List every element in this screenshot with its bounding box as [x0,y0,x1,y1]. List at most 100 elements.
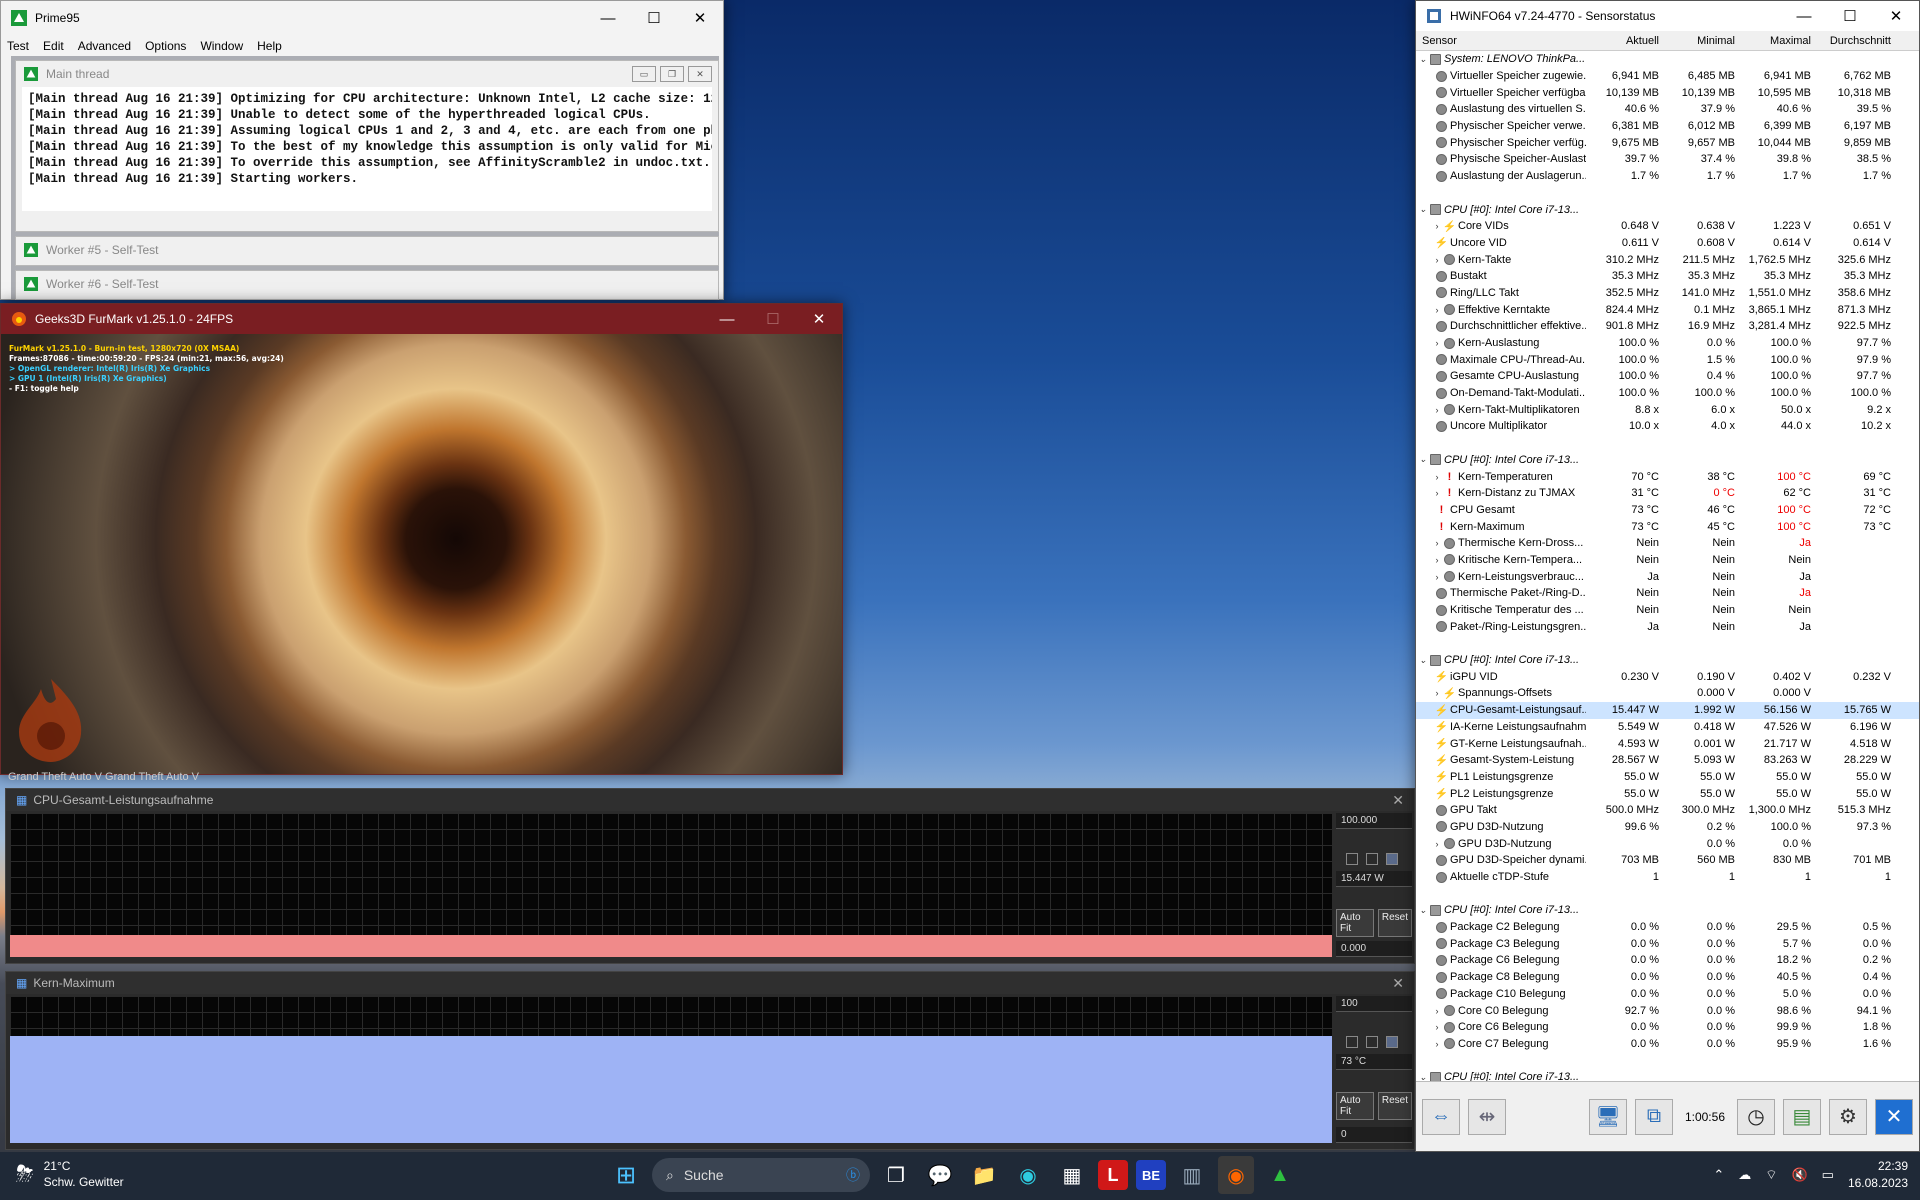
prime95-taskbar-icon[interactable]: ▲ [1262,1156,1298,1194]
collapse-arrows-icon[interactable]: ⇹ [1468,1098,1506,1135]
cloud-offline-icon[interactable]: ☁ [1738,1167,1751,1183]
sensor-row[interactable]: On-Demand-Takt-Modulati... 100.0 % 100.0 %… [1416,385,1919,402]
sensor-row[interactable]: › ⚡ Core VIDs 0.648 V 0.638 V 1.223 V 0.651 V [1416,218,1919,235]
col-current[interactable]: Aktuell [1586,35,1662,47]
close-icon[interactable]: ✕ [1392,975,1404,992]
sensor-table[interactable]: ⌄ System: LENOVO ThinkPa... Virtueller Spe… [1416,51,1919,1081]
prime95-titlebar[interactable]: Prime95 — ☐ ✕ [1,1,723,35]
chevron-right-icon[interactable]: › [1430,338,1444,348]
furmark-taskbar-icon[interactable]: ◉ [1218,1156,1254,1194]
chevron-right-icon[interactable]: › [1430,255,1444,265]
hwinfo-taskbar-icon[interactable]: ▥ [1174,1156,1210,1194]
chevron-right-icon[interactable]: › [1430,572,1444,582]
chevron-down-icon[interactable]: ⌄ [1416,454,1430,465]
sensor-row[interactable]: GPU Takt 500.0 MHz 300.0 MHz 1,300.0 MHz 515… [1416,802,1919,819]
close-icon[interactable]: ✕ [796,304,842,334]
sensor-row[interactable]: ⚡ GT-Kerne Leistungsaufnah... 4.593 W 0.001… [1416,735,1919,752]
sensor-row[interactable]: › Kern-Takte 310.2 MHz 211.5 MHz 1,762.5 MHz… [1416,251,1919,268]
sensor-row[interactable]: Package C3 Belegung 0.0 % 0.0 % 5.7 % 0.0 % [1416,935,1919,952]
sensor-group-row[interactable]: ⌄ System: LENOVO ThinkPa... [1416,51,1919,68]
arrows-left-right-icon[interactable]: ⇔ [1422,1098,1460,1135]
sensor-row[interactable]: Aktuelle cTDP-Stufe 1 1 1 1 [1416,869,1919,886]
chevron-down-icon[interactable]: ⌄ [1416,1072,1430,1081]
temp-graph-titlebar[interactable]: ▦ Kern-Maximum ✕ [6,972,1414,994]
sensor-row[interactable]: Durchschnittlicher effektive... 901.8 MHz… [1416,318,1919,335]
main-thread-titlebar[interactable]: Main thread ▭ ❐ ✕ [16,61,718,87]
report-icon[interactable]: ▤ [1783,1098,1821,1135]
sensor-group-row[interactable]: ⌄ CPU [#0]: Intel Core i7-13... [1416,652,1919,669]
close-icon[interactable]: ✕ [677,1,723,35]
sensor-row[interactable]: › Kritische Kern-Tempera... Nein Nein Nein [1416,552,1919,569]
sensor-row[interactable]: › Kern-Auslastung 100.0 % 0.0 % 100.0 % 97.7 … [1416,335,1919,352]
file-explorer-icon[interactable]: 📁 [966,1156,1002,1194]
sensor-row[interactable]: › Core C6 Belegung 0.0 % 0.0 % 99.9 % 1.8 % [1416,1019,1919,1036]
sensor-row[interactable]: Gesamte CPU-Auslastung 100.0 % 0.4 % 100.0 … [1416,368,1919,385]
chevron-right-icon[interactable]: › [1430,555,1444,565]
sensor-row[interactable]: Package C2 Belegung 0.0 % 0.0 % 29.5 % 0.5 % [1416,919,1919,936]
chevron-down-icon[interactable]: ⌄ [1416,204,1430,215]
sensor-row[interactable]: ⚡ PL1 Leistungsgrenze 55.0 W 55.0 W 55.0 W 55… [1416,769,1919,786]
col-max[interactable]: Maximal [1738,35,1814,47]
sensor-row[interactable]: ›! Kern-Distanz zu TJMAX 31 °C 0 °C 62 °C 31 … [1416,485,1919,502]
sensor-row[interactable]: ⚡ PL2 Leistungsgrenze 55.0 W 55.0 W 55.0 W 55… [1416,785,1919,802]
store-icon[interactable]: ▦ [1054,1156,1090,1194]
sensor-row[interactable]: GPU D3D-Nutzung 99.6 % 0.2 % 100.0 % 97.3 % [1416,819,1919,836]
minimize-icon[interactable]: — [704,304,750,334]
sensor-row[interactable]: ⚡ IA-Kerne Leistungsaufnahme 5.549 W 0.418 … [1416,719,1919,736]
sensor-row[interactable]: › GPU D3D-Nutzung 0.0 % 0.0 % [1416,835,1919,852]
close-icon[interactable]: ✕ [1392,792,1404,809]
child-close-icon[interactable]: ✕ [688,66,712,82]
sensor-row[interactable]: › Thermische Kern-Dross... Nein Nein Ja [1416,535,1919,552]
sensor-row[interactable]: Thermische Paket-/Ring-D... Nein Nein Ja [1416,585,1919,602]
chat-icon[interactable]: 💬 [922,1156,958,1194]
sensor-row[interactable]: › Core C0 Belegung 92.7 % 0.0 % 98.6 % 94.1 % [1416,1002,1919,1019]
minimize-icon[interactable]: — [585,1,631,35]
sensor-group-row[interactable]: ⌄ CPU [#0]: Intel Core i7-13... [1416,902,1919,919]
sensor-row[interactable]: ! CPU Gesamt 73 °C 46 °C 100 °C 72 °C [1416,502,1919,519]
network-icon[interactable]: ⧉ [1634,1098,1673,1135]
close-icon[interactable]: ✕ [1873,1,1919,31]
auto-fit-button[interactable]: Auto Fit [1336,1092,1374,1120]
chevron-down-icon[interactable]: ⌄ [1416,54,1430,65]
main-thread-log[interactable]: [Main thread Aug 16 21:39] Optimizing fo… [22,87,712,211]
sensor-group-row[interactable]: ⌄ CPU [#0]: Intel Core i7-13... [1416,201,1919,218]
graph-option-box[interactable] [1366,1036,1378,1048]
sensor-row[interactable]: › Kern-Takt-Multiplikatoren 8.8 x 6.0 x 50.0… [1416,401,1919,418]
chevron-down-icon[interactable]: ⌄ [1416,905,1430,916]
sensor-row[interactable]: Physischer Speicher verwe... 6,381 MB 6,01… [1416,118,1919,135]
close-x-icon[interactable]: ✕ [1875,1098,1913,1135]
chevron-right-icon[interactable]: › [1430,538,1444,548]
maximize-icon[interactable]: ☐ [750,304,796,334]
furmark-titlebar[interactable]: Geeks3D FurMark v1.25.1.0 - 24FPS — ☐ ✕ [1,304,842,334]
edge-browser-icon[interactable]: ◉ [1010,1156,1046,1194]
sensor-row[interactable]: ⚡ iGPU VID 0.230 V 0.190 V 0.402 V 0.232 V [1416,668,1919,685]
sensor-row[interactable]: Paket-/Ring-Leistungsgren... Ja Nein Ja [1416,618,1919,635]
maximize-icon[interactable]: ☐ [1827,1,1873,31]
weather-widget[interactable]: ⛈ 21°C Schw. Gewitter [16,1158,124,1190]
sensor-row[interactable]: Physischer Speicher verfüg... 9,675 MB 9,6… [1416,134,1919,151]
sensor-row[interactable]: GPU D3D-Speicher dynami... 703 MB 560 MB 83… [1416,852,1919,869]
chevron-right-icon[interactable]: › [1430,1006,1444,1016]
col-sensor[interactable]: Sensor [1416,35,1586,47]
wifi-icon[interactable]: ⌔ [1765,1167,1777,1183]
clock-icon[interactable]: ◷ [1737,1098,1775,1135]
graph-option-box[interactable] [1386,1036,1398,1048]
sensor-group-row[interactable]: ⌄ CPU [#0]: Intel Core i7-13... [1416,1069,1919,1081]
sensor-row[interactable]: › Effektive Kerntakte 824.4 MHz 0.1 MHz 3,86… [1416,301,1919,318]
chevron-up-icon[interactable]: ⌃ [1713,1167,1724,1183]
chevron-right-icon[interactable]: › [1430,305,1444,315]
taskbar-clock[interactable]: 22:39 16.08.2023 [1848,1158,1908,1192]
sensor-row[interactable]: Auslastung der Auslagerun... 1.7 % 1.7 % 1.… [1416,168,1919,185]
sensor-row[interactable]: Package C8 Belegung 0.0 % 0.0 % 40.5 % 0.4 % [1416,969,1919,986]
task-view-icon[interactable]: ❐ [878,1156,914,1194]
menu-options[interactable]: Options [145,39,186,53]
worker6-window[interactable]: Worker #6 - Self-Test [15,270,719,300]
chevron-right-icon[interactable]: › [1430,839,1444,849]
sensor-row[interactable]: Virtueller Speicher zugewie... 6,941 MB 6,… [1416,68,1919,85]
chevron-right-icon[interactable]: › [1430,472,1444,482]
sensor-row[interactable]: Auslastung des virtuellen S... 40.6 % 37.9… [1416,101,1919,118]
chevron-right-icon[interactable]: › [1430,488,1444,498]
auto-fit-button[interactable]: Auto Fit [1336,909,1374,937]
sensor-row[interactable]: Kritische Temperatur des ... Nein Nein Nein [1416,602,1919,619]
sensor-row[interactable]: Package C10 Belegung 0.0 % 0.0 % 5.0 % 0.0 % [1416,986,1919,1003]
